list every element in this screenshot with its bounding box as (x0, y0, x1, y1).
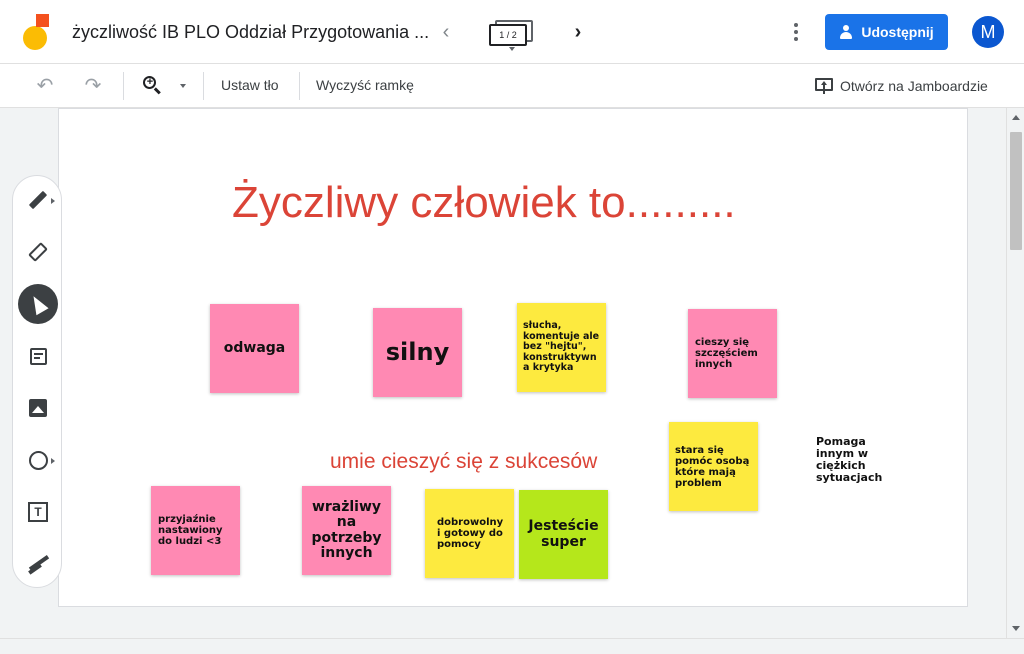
vertical-scrollbar[interactable] (1006, 108, 1024, 638)
sticky-note-text: odwaga (223, 339, 286, 356)
image-icon (29, 399, 47, 417)
open-in-jamboard-label: Otwórz na Jamboardzie (840, 78, 988, 94)
text-box[interactable]: Pomaga innym w ciężkich sytuacjach (816, 435, 896, 484)
laser-icon (28, 557, 48, 571)
sticky-note-text: słucha, komentuje ale bez "hejtu", konst… (523, 320, 600, 374)
dot (794, 23, 798, 27)
sticky-note-text: silny (385, 338, 450, 367)
caret-down-icon (509, 47, 515, 51)
next-frame-button[interactable]: › (568, 20, 588, 44)
app-header: życzliwość IB PLO Oddział Przygotowania … (0, 0, 1024, 64)
shape-tool[interactable] (18, 440, 58, 480)
chevron-right-icon: › (574, 21, 582, 43)
more-options-button[interactable] (786, 20, 806, 44)
redo-button[interactable]: ↷ (81, 74, 105, 98)
pen-tool[interactable] (18, 180, 58, 220)
pen-icon (28, 190, 48, 210)
frame-counter: 1 / 2 (489, 24, 527, 46)
sticky-note[interactable]: stara się pomóc osobą które mają problem (669, 422, 758, 511)
tool-options-caret-icon (51, 458, 55, 464)
divider (123, 72, 124, 100)
undo-button[interactable]: ↶ (33, 74, 57, 98)
person-icon (839, 25, 853, 39)
sticky-note[interactable]: odwaga (210, 304, 299, 393)
zoom-button[interactable]: + (140, 73, 164, 97)
sticky-note-icon (29, 347, 47, 365)
open-in-jamboard-button[interactable]: Otwórz na Jamboardzie (814, 74, 988, 98)
undo-icon: ↶ (36, 75, 54, 97)
sticky-note-text: Jesteście super (528, 518, 599, 550)
scroll-thumb[interactable] (1010, 132, 1022, 250)
sticky-note[interactable]: słucha, komentuje ale bez "hejtu", konst… (517, 303, 606, 392)
board-subtitle[interactable]: umie cieszyć się z sukcesów (330, 450, 597, 474)
laser-tool[interactable] (18, 544, 58, 584)
text-box-icon: T (28, 502, 48, 522)
sticky-note-text: wrażliwy na potrzeby innych (311, 498, 382, 561)
sticky-note-text: stara się pomóc osobą które mają problem (675, 444, 750, 489)
sticky-note[interactable]: Jesteście super (519, 490, 608, 579)
zoom-dropdown-icon[interactable] (180, 84, 186, 88)
share-button[interactable]: Udostępnij (825, 14, 948, 50)
redo-icon: ↷ (84, 75, 102, 97)
sticky-note[interactable]: cieszy się szczęściem innych (688, 309, 777, 398)
sticky-note-text: dobrowolny i gotowy do pomocy (437, 517, 504, 550)
scroll-down-icon[interactable] (1012, 626, 1020, 631)
tool-palette: T (12, 175, 62, 588)
frame-bar-toggle[interactable]: 1 / 2 (489, 20, 533, 51)
open-screen-icon (814, 77, 834, 95)
divider (203, 72, 204, 100)
eraser-tool[interactable] (18, 232, 58, 272)
lens-handle (154, 87, 161, 95)
tool-options-caret-icon (51, 198, 55, 204)
board-title[interactable]: Życzliwy człowiek to......... (232, 178, 736, 228)
sticky-note-tool[interactable] (18, 336, 58, 376)
dot (794, 30, 798, 34)
set-background-button[interactable]: Ustaw tło (221, 77, 279, 93)
dot (794, 37, 798, 41)
scroll-up-icon[interactable] (1012, 115, 1020, 120)
horizontal-scrollbar[interactable] (0, 638, 1024, 654)
document-title[interactable]: życzliwość IB PLO Oddział Przygotowania … (72, 22, 429, 43)
divider (299, 72, 300, 100)
logo-circle (23, 26, 47, 50)
sticky-note[interactable]: wrażliwy na potrzeby innych (302, 486, 391, 575)
share-button-label: Udostępnij (861, 24, 934, 40)
toolbar: ↶ ↷ + Ustaw tło Wyczyść ramkę Otwórz na … (0, 64, 1024, 108)
eraser-icon (28, 242, 48, 262)
select-tool[interactable] (18, 284, 58, 324)
account-avatar[interactable]: M (972, 16, 1004, 48)
cursor-arrow-icon (27, 292, 49, 316)
text-box-tool[interactable]: T (18, 492, 58, 532)
sticky-note[interactable]: dobrowolny i gotowy do pomocy (425, 489, 514, 578)
plus-glyph: + (146, 76, 154, 88)
jamboard-logo[interactable] (23, 14, 49, 50)
chevron-left-icon: ‹ (442, 21, 450, 43)
circle-icon (28, 450, 48, 470)
sticky-note-text: cieszy się szczęściem innych (695, 337, 758, 370)
sticky-note[interactable]: silny (373, 308, 462, 397)
previous-frame-button[interactable]: ‹ (436, 20, 456, 44)
sticky-note-text: przyjaźnie nastawiony do ludzi <3 (158, 514, 223, 547)
sticky-note[interactable]: przyjaźnie nastawiony do ludzi <3 (151, 486, 240, 575)
logo-square (36, 14, 49, 27)
clear-frame-button[interactable]: Wyczyść ramkę (316, 77, 414, 93)
image-tool[interactable] (18, 388, 58, 428)
